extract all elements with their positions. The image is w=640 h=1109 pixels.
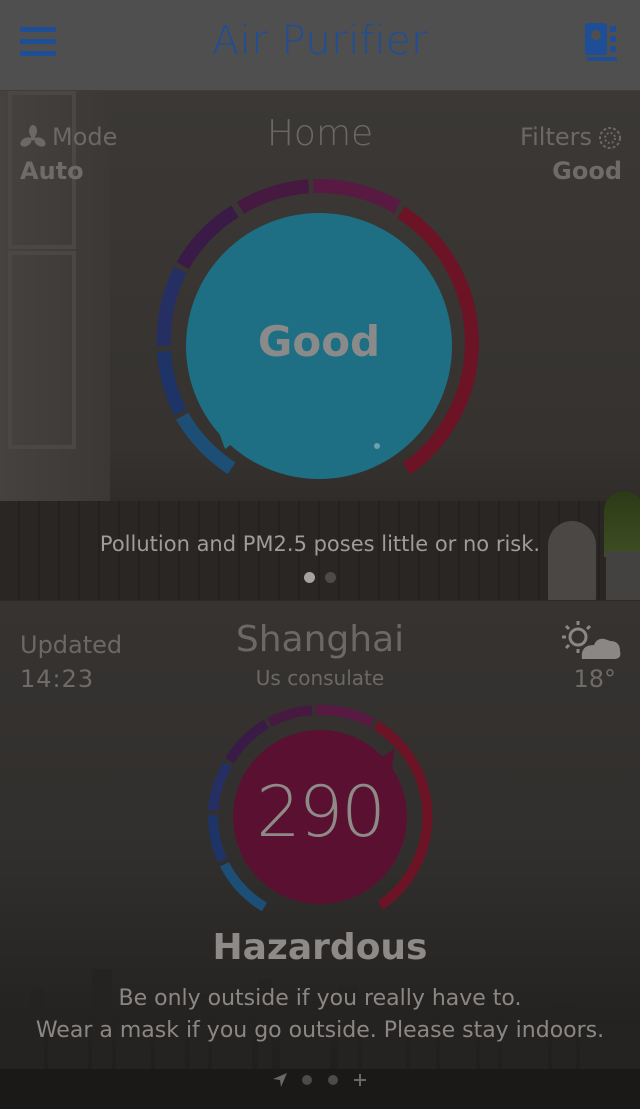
city-page-indicator <box>0 1069 640 1088</box>
home-page-indicator <box>0 567 640 586</box>
air-quality-label: Good <box>257 317 381 366</box>
advice-line-2: Wear a mask if you go outside. Please st… <box>35 1018 605 1043</box>
purifier-device-icon[interactable] <box>582 22 622 66</box>
city-panel[interactable]: Updated 14:23 Shanghai Us consulate 18° <box>0 601 640 1109</box>
page-dot[interactable] <box>325 572 336 583</box>
home-panel[interactable]: Mode Auto Home Filters Good Good Polluti… <box>0 91 640 600</box>
weather-info: 18° <box>552 619 622 693</box>
gauge-ring-segment <box>313 179 401 214</box>
filter-icon <box>599 127 621 149</box>
filters-control[interactable]: Filters Good <box>500 121 622 191</box>
location-arrow-icon[interactable] <box>272 1072 288 1088</box>
aqi-level: Hazardous <box>212 927 428 968</box>
aqi-ring-segment <box>266 705 313 727</box>
page-dot[interactable] <box>327 1074 338 1085</box>
advice-line-1: Be only outside if you really have to. <box>118 986 522 1011</box>
app-header: Air Purifier <box>0 0 640 91</box>
page-dot[interactable] <box>302 1074 313 1085</box>
gauge-ring-segment <box>236 179 310 214</box>
add-plus-icon[interactable] <box>352 1072 368 1088</box>
aqi-value: 290 <box>256 771 386 853</box>
filters-value: Good <box>552 157 622 185</box>
app-title: Air Purifier <box>211 18 429 64</box>
filters-label: Filters <box>520 123 592 151</box>
home-status-message: Pollution and PM2.5 poses little or no r… <box>99 532 541 556</box>
city-name[interactable]: Shanghai <box>0 619 640 660</box>
aqi-ring-segment <box>316 705 375 728</box>
page-dot-active[interactable] <box>304 572 315 583</box>
temperature: 18° <box>573 665 616 693</box>
mode-value: Auto <box>20 157 84 185</box>
city-station: Us consulate <box>255 666 385 690</box>
partly-sunny-icon <box>562 621 621 659</box>
